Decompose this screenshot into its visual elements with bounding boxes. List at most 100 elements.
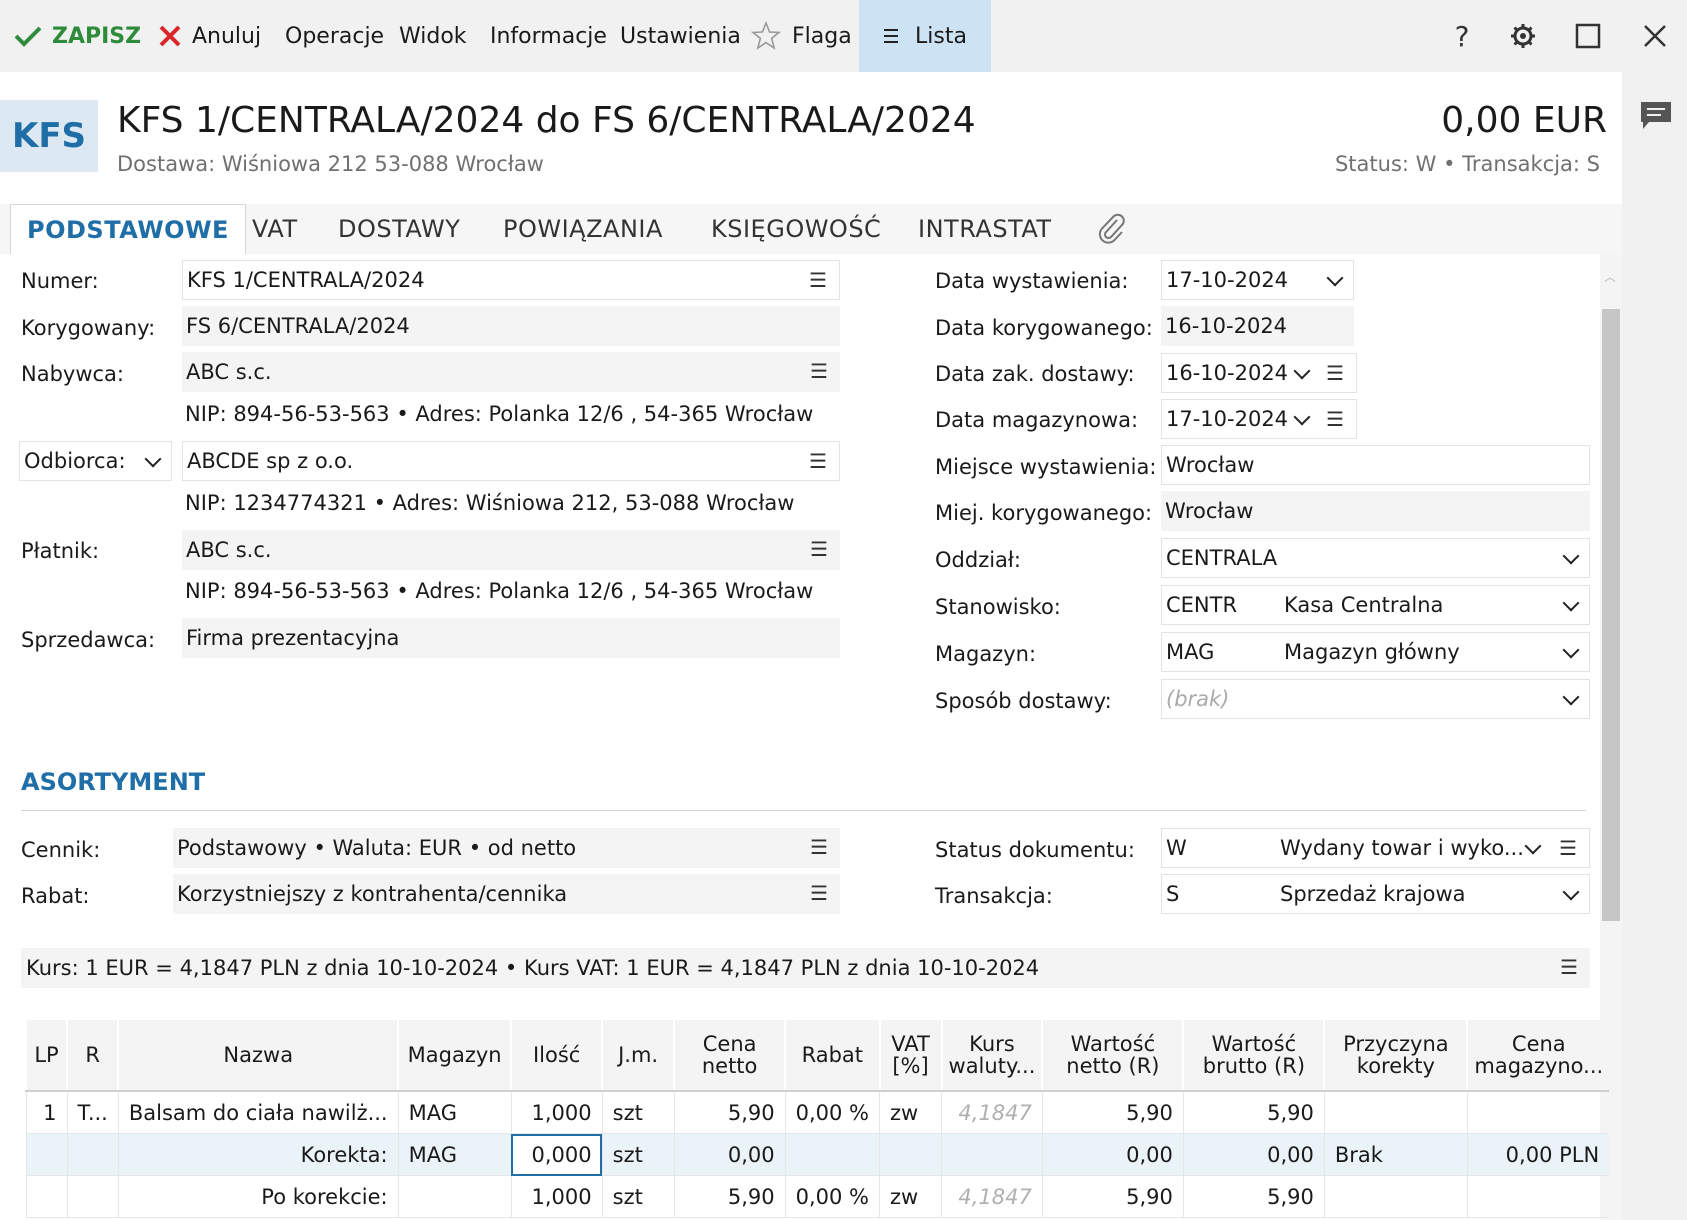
tab-podstawowe[interactable]: PODSTAWOWE (10, 204, 246, 255)
table-cell[interactable]: Korekta: (117, 1133, 399, 1176)
table-cell[interactable]: szt (601, 1091, 675, 1134)
numer-field[interactable]: KFS 1/CENTRALA/2024 ☰ (182, 260, 840, 300)
flag-button[interactable]: Flaga (750, 0, 852, 72)
menu-icon[interactable]: ☰ (1326, 361, 1344, 385)
chevron-down-icon[interactable] (1293, 354, 1311, 394)
table-cell[interactable]: 0,00 (1041, 1133, 1184, 1176)
stanowisko-select[interactable]: CENTR Kasa Centralna (1161, 585, 1590, 625)
column-header[interactable]: VAT [%] (878, 1020, 942, 1092)
table-cell[interactable] (66, 1175, 119, 1218)
table-cell[interactable]: 5,90 (673, 1091, 786, 1134)
menu-icon[interactable]: ☰ (1560, 955, 1578, 979)
column-header[interactable]: Wartość brutto (R) (1182, 1020, 1325, 1092)
chevron-down-icon[interactable] (1326, 261, 1344, 301)
table-cell[interactable]: Po korekcie: (117, 1175, 399, 1218)
data-magazynowa-picker[interactable]: 17-10-2024 ☰ (1161, 399, 1357, 439)
table-cell[interactable]: 5,90 (1182, 1175, 1325, 1218)
odbiorca-field[interactable]: ABCDE sp z o.o. ☰ (182, 441, 840, 481)
table-cell[interactable] (66, 1133, 119, 1176)
tab-ksiegowosc[interactable]: KSIĘGOWOŚĆ (711, 204, 881, 254)
menu-icon[interactable]: ☰ (809, 449, 827, 473)
information-menu[interactable]: Informacje (490, 0, 607, 72)
menu-icon[interactable]: ☰ (810, 835, 828, 859)
table-cell[interactable]: zw (879, 1091, 942, 1134)
menu-icon[interactable]: ☰ (809, 268, 827, 292)
table-cell[interactable] (941, 1133, 1043, 1176)
table-cell[interactable]: 0,00 PLN (1466, 1133, 1610, 1176)
table-cell[interactable] (879, 1133, 942, 1176)
platnik-field[interactable]: ABC s.c. ☰ (182, 530, 840, 570)
chevron-down-icon[interactable] (1293, 400, 1311, 440)
table-cell[interactable]: T... (66, 1091, 119, 1134)
menu-icon[interactable]: ☰ (810, 359, 828, 383)
menu-icon[interactable]: ☰ (810, 537, 828, 561)
data-zak-dostawy-picker[interactable]: 16-10-2024 ☰ (1161, 353, 1357, 393)
column-header[interactable]: LP (25, 1020, 67, 1092)
save-button[interactable]: ZAPISZ (14, 0, 141, 72)
scrollbar-thumb[interactable] (1602, 309, 1620, 921)
table-cell[interactable]: 1,000 (510, 1091, 603, 1134)
settings-gear-icon[interactable] (1498, 0, 1548, 72)
sposob-dostawy-select[interactable]: (brak) (1161, 679, 1590, 719)
chevron-down-icon[interactable] (1524, 829, 1542, 869)
table-cell[interactable]: 1,000 (510, 1175, 603, 1218)
table-cell[interactable]: zw (879, 1175, 942, 1218)
column-header[interactable]: Nazwa (117, 1020, 399, 1092)
table-cell[interactable] (1323, 1091, 1468, 1134)
tab-intrastat[interactable]: INTRASTAT (918, 204, 1052, 254)
tab-powiazania[interactable]: POWIĄZANIA (503, 204, 663, 254)
column-header[interactable]: Ilość (510, 1020, 603, 1092)
operations-menu[interactable]: Operacje (285, 0, 384, 72)
column-header[interactable]: Magazyn (397, 1020, 512, 1092)
transakcja-select[interactable]: S Sprzedaż krajowa (1161, 874, 1590, 914)
list-button[interactable]: Lista (859, 0, 991, 72)
table-cell[interactable]: MAG (397, 1091, 512, 1134)
table-cell[interactable]: MAG (397, 1133, 512, 1176)
column-header[interactable]: Kurs waluty... (940, 1020, 1043, 1092)
table-cell[interactable] (1466, 1175, 1610, 1218)
table-row[interactable]: 1 T... Balsam do ciała nawilż... MAG 1,0… (25, 1091, 1610, 1134)
miejsce-wystawienia-input[interactable]: Wrocław (1161, 445, 1590, 485)
data-wystawienia-picker[interactable]: 17-10-2024 (1161, 260, 1354, 300)
table-cell[interactable] (1466, 1091, 1610, 1134)
menu-icon[interactable]: ☰ (1326, 407, 1344, 431)
table-cell[interactable]: 5,90 (1182, 1091, 1325, 1134)
table-cell[interactable]: 4,1847 (941, 1091, 1043, 1134)
tab-dostawy[interactable]: DOSTAWY (338, 204, 460, 254)
column-header[interactable]: Cena magazyno... (1466, 1020, 1610, 1092)
menu-icon[interactable]: ☰ (810, 881, 828, 905)
tab-vat[interactable]: VAT (252, 204, 298, 254)
status-dokumentu-select[interactable]: W Wydany towar i wyko... ☰ (1161, 828, 1590, 868)
cennik-field[interactable]: Podstawowy • Waluta: EUR • od netto ☰ (173, 828, 840, 868)
magazyn-select[interactable]: MAG Magazyn główny (1161, 632, 1590, 672)
table-cell[interactable]: 1 (25, 1091, 67, 1134)
column-header[interactable]: Wartość netto (R) (1041, 1020, 1184, 1092)
scroll-up-icon[interactable]: ︿ (1604, 268, 1616, 285)
column-header[interactable]: R (65, 1020, 119, 1092)
table-cell[interactable]: Balsam do ciała nawilż... (117, 1091, 399, 1134)
table-cell[interactable]: 0,00 (673, 1133, 786, 1176)
column-header[interactable]: Przyczyna korekty (1323, 1020, 1468, 1092)
table-row[interactable]: Po korekcie: 1,000 szt 5,90 0,00 % zw 4,… (25, 1175, 1610, 1218)
attachment-icon[interactable] (1097, 204, 1127, 254)
menu-icon[interactable]: ☰ (1559, 836, 1577, 860)
table-row[interactable]: Korekta: MAG 0,000 szt 0,00 0,00 0,00 Br… (25, 1133, 1610, 1176)
table-cell[interactable]: 4,1847 (941, 1175, 1043, 1218)
table-cell[interactable]: szt (601, 1175, 675, 1218)
settings-menu[interactable]: Ustawienia (620, 0, 741, 72)
table-cell[interactable] (1323, 1175, 1468, 1218)
view-menu[interactable]: Widok (399, 0, 467, 72)
odbiorca-selector[interactable]: Odbiorca: (19, 441, 172, 481)
quantity-input-cell[interactable]: 0,000 (510, 1133, 603, 1176)
table-cell[interactable]: 5,90 (1041, 1091, 1184, 1134)
table-cell[interactable]: 0,00 % (784, 1091, 880, 1134)
close-window-icon[interactable] (1630, 0, 1680, 72)
nabywca-field[interactable]: ABC s.c. ☰ (182, 352, 840, 392)
maximize-icon[interactable] (1563, 0, 1613, 72)
table-cell[interactable]: 5,90 (673, 1175, 786, 1218)
table-cell[interactable]: 0,00 % (784, 1175, 880, 1218)
table-cell[interactable]: 0,00 (1182, 1133, 1325, 1176)
column-header[interactable]: Rabat (784, 1020, 880, 1092)
oddzial-select[interactable]: CENTRALA (1161, 538, 1590, 578)
table-cell[interactable] (784, 1133, 880, 1176)
